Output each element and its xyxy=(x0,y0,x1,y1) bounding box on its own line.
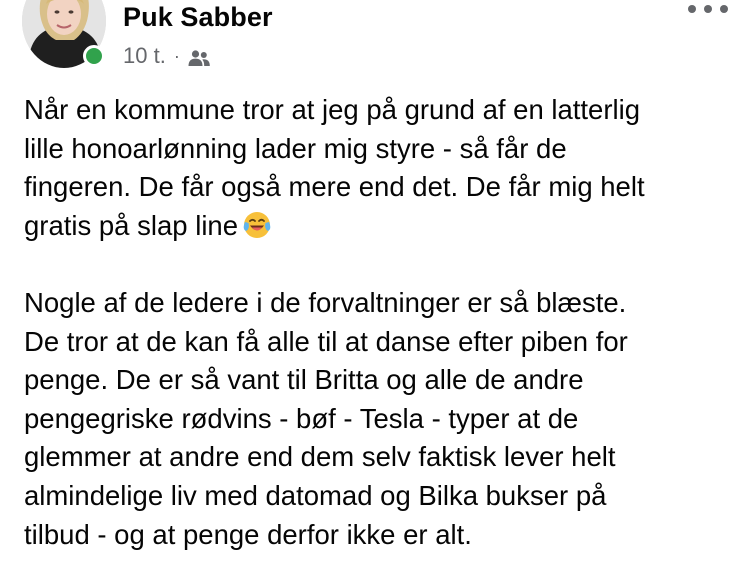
more-dot xyxy=(720,5,728,13)
more-dot xyxy=(704,5,712,13)
post-meta: 10 t. · xyxy=(123,42,211,70)
text-line: glemmer at andre end dem selv faktisk le… xyxy=(24,441,616,473)
text-line: almindelige liv med datomad og Bilka buk… xyxy=(24,479,607,511)
post-paragraph-1: Når en kommune tror at jeg på grund af e… xyxy=(24,91,740,245)
text-line: Nogle af de ledere i de forvaltninger er… xyxy=(24,286,627,318)
online-status-dot xyxy=(83,45,105,67)
more-options-icon[interactable] xyxy=(688,0,728,18)
text-line: De tror at de kan få alle til at danse e… xyxy=(24,325,628,357)
meta-separator: · xyxy=(173,45,180,66)
text-line: pengegriske rødvins - bøf - Tesla - type… xyxy=(24,402,579,434)
text-line-with-emoji: gratis på slap line xyxy=(24,207,740,246)
laughing-tears-emoji-icon xyxy=(242,210,272,240)
laughing-tears-emoji-svg xyxy=(243,211,271,238)
text-line: lille honoarlønning lader mig styre - så… xyxy=(24,132,567,164)
avatar-container[interactable] xyxy=(22,0,106,68)
text-line: fingeren. De får også mere end det. De f… xyxy=(24,171,645,203)
text-line: gratis på slap line xyxy=(24,209,239,241)
text-line: Når en kommune tror at jeg på grund af e… xyxy=(24,94,641,125)
more-dot xyxy=(688,5,696,13)
post-text: Når en kommune tror at jeg på grund af e… xyxy=(24,91,740,554)
post-paragraph-2: Nogle af de ledere i de forvaltninger er… xyxy=(24,284,740,554)
friends-icon-svg xyxy=(188,50,210,66)
author-name[interactable]: Puk Sabber xyxy=(123,1,273,33)
text-line: tilbud - og at penge derfor ikke er alt. xyxy=(24,518,472,550)
text-line: penge. De er så vant til Britta og alle … xyxy=(24,364,584,396)
post-timestamp[interactable]: 10 t. xyxy=(123,43,166,69)
friends-icon[interactable] xyxy=(187,47,211,66)
post-header: Puk Sabber 10 t. · xyxy=(0,0,750,80)
